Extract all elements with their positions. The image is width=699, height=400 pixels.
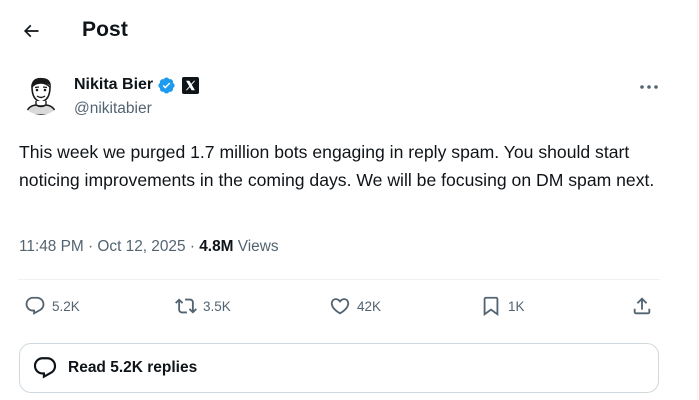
meta-separator: ·: [189, 238, 200, 255]
meta-separator: ·: [88, 238, 98, 255]
repost-count: 3.5K: [203, 298, 231, 314]
avatar[interactable]: [20, 73, 62, 115]
author-handle[interactable]: @nikitabier: [74, 100, 152, 118]
avatar-illustration: [20, 73, 62, 115]
read-replies-button[interactable]: Read 5.2K replies: [19, 343, 659, 393]
divider: [18, 279, 660, 280]
like-button[interactable]: 42K: [329, 294, 381, 318]
share-button[interactable]: [631, 294, 653, 318]
more-options-button[interactable]: [634, 74, 664, 100]
share-icon: [633, 297, 651, 315]
bookmark-icon: [483, 296, 499, 317]
post-time[interactable]: 11:48 PM: [19, 238, 84, 255]
author-name-row: Nikita Bier: [74, 75, 200, 95]
views-count: 4.8M: [199, 238, 234, 255]
post-text: This week we purged 1.7 million bots eng…: [19, 142, 655, 190]
x-logo-icon[interactable]: [182, 76, 200, 94]
back-button[interactable]: [14, 14, 48, 48]
author-name[interactable]: Nikita Bier: [74, 76, 153, 94]
more-icon: [640, 85, 658, 89]
arrow-left-icon: [23, 24, 39, 38]
heart-icon: [330, 298, 350, 315]
page-header: Post: [0, 0, 698, 62]
read-replies-label: Read 5.2K replies: [68, 359, 198, 376]
post-page: Post Nikita Bier @nikitabier This week w…: [0, 0, 698, 400]
replies-bubble-icon: [33, 357, 57, 379]
page-title: Post: [82, 18, 128, 41]
bookmark-count: 1K: [508, 298, 525, 314]
post-date[interactable]: Oct 12, 2025: [97, 238, 185, 255]
views-label: Views: [237, 238, 279, 255]
repost-icon: [175, 298, 197, 314]
reply-bubble-icon: [25, 296, 45, 315]
reply-count: 5.2K: [52, 298, 80, 314]
post-meta: 11:48 PM · Oct 12, 2025 · 4.8M Views: [19, 238, 279, 256]
reply-button[interactable]: 5.2K: [24, 294, 80, 318]
like-count: 42K: [357, 298, 382, 314]
repost-button[interactable]: 3.5K: [175, 294, 231, 318]
bookmark-button[interactable]: 1K: [480, 294, 525, 318]
verified-badge-icon: [157, 76, 176, 95]
